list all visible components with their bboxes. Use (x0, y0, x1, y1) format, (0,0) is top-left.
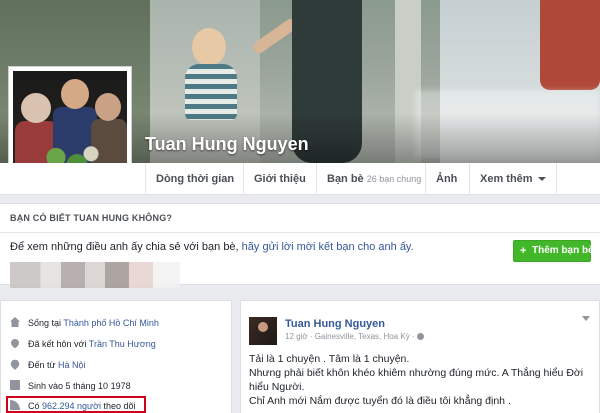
intro-from: Đến từ Hà Nội (8, 357, 86, 371)
spouse-link[interactable]: Trần Thu Hương (89, 339, 156, 349)
tab-timeline[interactable]: Dòng thời gian (145, 163, 244, 195)
tab-timeline-label: Dòng thời gian (156, 173, 235, 185)
intro-born: Sinh vào 5 tháng 10 1978 (10, 380, 131, 391)
tab-more-label: Xem thêm (480, 173, 533, 185)
add-friend-icon: + (520, 245, 527, 257)
post-options-chevron-icon[interactable] (582, 316, 590, 321)
intro-from-prefix: Đến từ (28, 360, 59, 370)
post-line: Tải là 1 chuyện . Tâm là 1 chuyện. (249, 353, 410, 365)
know-card-heading: BẠN CÓ BIẾT TUAN HUNG KHÔNG? (10, 213, 173, 223)
send-friend-request-link[interactable]: hãy gửi lời mời kết bạn cho anh ấy. (242, 241, 414, 253)
add-friend-button[interactable]: + Thêm bạn bè (513, 240, 594, 262)
cover-child-head (192, 28, 226, 66)
tab-more[interactable]: Xem thêm (469, 163, 557, 195)
friends-count: 26 bạn chung (366, 174, 422, 184)
avatar-figure-1-head (21, 93, 51, 123)
tab-photos[interactable]: Ảnh (425, 163, 467, 195)
intro-born-text: Sinh vào 5 tháng 10 1978 (28, 381, 131, 391)
cover-person-right (540, 0, 600, 90)
intro-married: Đã kết hôn với Trần Thu Hương (9, 337, 156, 349)
divider (0, 232, 600, 233)
intro-married-prefix: Đã kết hôn với (28, 339, 89, 349)
avatar-figure-3-head (95, 93, 121, 121)
followers-highlight-box (6, 396, 146, 413)
hometown-link[interactable]: Hà Nội (58, 360, 86, 370)
tab-friends[interactable]: Bạn bè 26 bạn chung (316, 163, 431, 195)
tab-photos-label: Ảnh (436, 173, 458, 185)
post-line: Chỉ Anh mới Nắm được tuyển đó là điều tô… (249, 395, 511, 407)
home-icon (10, 317, 20, 327)
tab-about[interactable]: Giới thiệu (243, 163, 316, 195)
mutual-friends-blurred (10, 262, 180, 288)
profile-nav: Dòng thời gian Giới thiệu Bạn bè 26 bạn c… (0, 163, 600, 195)
birthday-icon (10, 380, 20, 390)
post-meta: 12 giờ · Gainesville, Texas, Hoa Kỳ · (285, 332, 424, 341)
post-author-name[interactable]: Tuan Hung Nguyen (285, 318, 385, 330)
chevron-down-icon (537, 177, 546, 182)
post-author-avatar[interactable] (249, 317, 277, 345)
tab-about-label: Giới thiệu (254, 173, 306, 185)
intro-lives-prefix: Sống tại (28, 318, 64, 328)
globe-icon (416, 333, 424, 340)
post-body: Tải là 1 chuyện . Tâm là 1 chuyện. Nhưng… (249, 352, 597, 408)
know-card-text: Để xem những điều anh ấy chia sẻ với bạn… (10, 241, 414, 253)
profile-name[interactable]: Tuan Hung Nguyen (145, 134, 309, 155)
add-friend-label: Thêm bạn bè (532, 245, 594, 256)
city-link[interactable]: Thành phố Hồ Chí Minh (63, 318, 159, 328)
post-meta-text: 12 giờ · Gainesville, Texas, Hoa Kỳ · (285, 332, 417, 341)
tab-friends-label: Bạn bè (327, 173, 364, 185)
location-pin-icon (8, 357, 22, 371)
avatar-figure-2-head (61, 79, 89, 109)
cover-child-shirt (185, 64, 237, 120)
heart-icon (9, 337, 21, 349)
post-line: Nhưng phải biết khôn khéo khiêm nhường đ… (249, 367, 584, 393)
know-card-text-prefix: Để xem những điều anh ấy chia sẻ với bạn… (10, 241, 242, 253)
intro-lives: Sống tại Thành phố Hồ Chí Minh (10, 317, 159, 328)
